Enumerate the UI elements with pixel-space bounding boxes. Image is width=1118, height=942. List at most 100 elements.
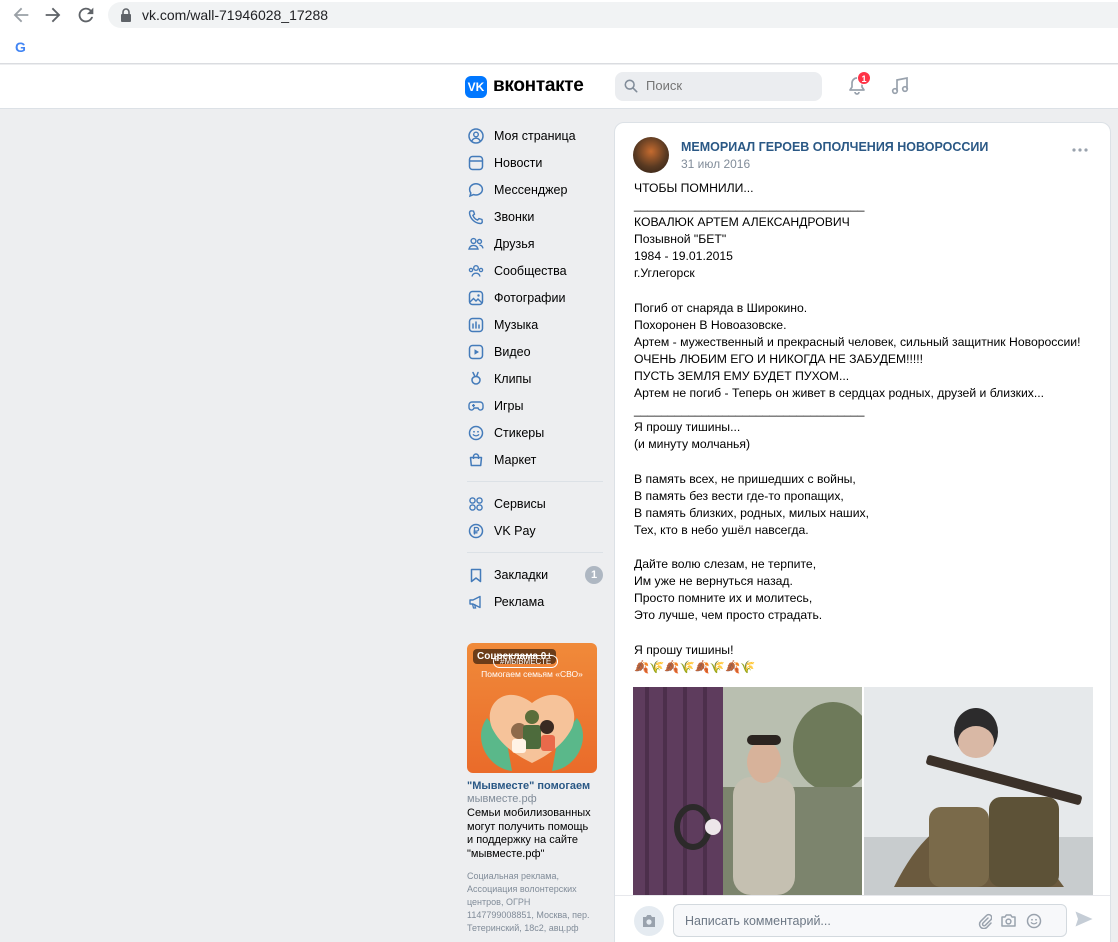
- menu-item-clips[interactable]: Клипы: [462, 365, 607, 392]
- ad-image-subtitle: Помогаем семьям «СВО»: [481, 669, 583, 679]
- ad-domain[interactable]: мывместе.рф: [467, 793, 602, 805]
- vk-logo-icon[interactable]: VK: [465, 76, 487, 98]
- comment-bar: Написать комментарий...: [615, 895, 1110, 942]
- ad-hashtag-pill: #МЫВМЕСТЕ: [493, 655, 559, 668]
- bookmarks-count-badge: 1: [585, 566, 603, 584]
- menu-item-services[interactable]: Сервисы: [462, 490, 607, 517]
- menu-label: Мессенджер: [494, 182, 568, 197]
- menu-item-games[interactable]: Игры: [462, 392, 607, 419]
- attach-photo-icon[interactable]: [1000, 913, 1017, 928]
- post-text: ЧТОБЫ ПОМНИЛИ... _______________________…: [634, 181, 1081, 674]
- menu-label: Закладки: [494, 567, 549, 582]
- menu-divider: [467, 552, 603, 553]
- lock-icon: [121, 8, 131, 22]
- post-author[interactable]: МЕМОРИАЛ ГЕРОЕВ ОПОЛЧЕНИЯ НОВОРОССИИ: [681, 140, 988, 154]
- send-arrow-icon[interactable]: [1074, 910, 1094, 928]
- search-box[interactable]: [615, 72, 822, 101]
- market-icon: [467, 451, 485, 469]
- news-icon: [467, 154, 485, 172]
- megaphone-icon: [467, 593, 485, 611]
- attach-paperclip-icon[interactable]: [978, 913, 992, 929]
- back-arrow-icon[interactable]: [10, 4, 32, 26]
- emoji-smile-icon[interactable]: [1026, 913, 1042, 929]
- menu-item-communities[interactable]: Сообщества: [462, 257, 607, 284]
- vk-logo-text[interactable]: вконтакте: [493, 75, 584, 97]
- menu-item-messenger[interactable]: Мессенджер: [462, 176, 607, 203]
- message-icon: [467, 181, 485, 199]
- notifications-badge: 1: [857, 71, 871, 85]
- post-photo[interactable]: [633, 687, 862, 895]
- search-input[interactable]: [646, 78, 806, 93]
- menu-item-my-page[interactable]: Моя страница: [462, 122, 607, 149]
- menu-item-news[interactable]: Новости: [462, 149, 607, 176]
- browser-toolbar: vk.com/wall-71946028_17288: [0, 0, 1118, 30]
- stickers-icon: [467, 424, 485, 442]
- menu-item-calls[interactable]: Звонки: [462, 203, 607, 230]
- communities-icon: [467, 262, 485, 280]
- menu-label: Игры: [494, 398, 524, 413]
- music-icon: [467, 316, 485, 334]
- menu-label: Видео: [494, 344, 531, 359]
- menu-label: Звонки: [494, 209, 535, 224]
- menu-label: Новости: [494, 155, 543, 170]
- menu-label: Фотографии: [494, 290, 566, 305]
- author-avatar[interactable]: [633, 137, 669, 173]
- search-icon: [624, 79, 638, 93]
- menu-item-photos[interactable]: Фотографии: [462, 284, 607, 311]
- post-date[interactable]: 31 июл 2016: [681, 157, 750, 171]
- menu-label: Клипы: [494, 371, 532, 386]
- clips-icon: [467, 370, 485, 388]
- menu-item-vkpay[interactable]: VK Pay: [462, 517, 607, 544]
- post-photos: [633, 687, 1093, 895]
- google-logo-icon[interactable]: G: [15, 39, 26, 55]
- services-icon: [467, 495, 485, 513]
- soldier-photo-2-icon: [864, 687, 1093, 895]
- menu-item-ads[interactable]: Реклама: [462, 588, 607, 615]
- more-options-icon[interactable]: [1072, 148, 1088, 152]
- url-text: vk.com/wall-71946028_17288: [142, 7, 329, 23]
- ad-title[interactable]: "Мывместе" помогаем: [467, 780, 602, 792]
- menu-item-music[interactable]: Музыка: [462, 311, 607, 338]
- camera-icon: [643, 915, 655, 927]
- music-player-icon[interactable]: [890, 76, 910, 96]
- menu-label: Друзья: [494, 236, 535, 251]
- friends-icon: [467, 235, 485, 253]
- games-icon: [467, 397, 485, 415]
- photo-icon: [467, 289, 485, 307]
- video-icon: [467, 343, 485, 361]
- menu-item-stickers[interactable]: Стикеры: [462, 419, 607, 446]
- address-bar[interactable]: vk.com/wall-71946028_17288: [108, 2, 1118, 28]
- menu-item-bookmarks[interactable]: Закладки 1: [462, 561, 607, 588]
- phone-icon: [467, 208, 485, 226]
- sidebar-ad[interactable]: Соцреклама 0+ #МЫВМЕСТЕ Помогаем семьям …: [467, 643, 602, 935]
- menu-label: Сервисы: [494, 496, 546, 511]
- ad-legal-text: Социальная реклама, Ассоциация волонтерс…: [467, 871, 590, 933]
- menu-item-friends[interactable]: Друзья: [462, 230, 607, 257]
- comment-input[interactable]: Написать комментарий...: [673, 904, 1067, 937]
- menu-item-market[interactable]: Маркет: [462, 446, 607, 473]
- menu-label: Маркет: [494, 452, 537, 467]
- menu-label: Моя страница: [494, 128, 576, 143]
- post-photo[interactable]: [864, 687, 1093, 895]
- vk-header: VK вконтакте 1: [0, 65, 1118, 109]
- ad-description: Семьи мобилизованных могут получить помо…: [467, 807, 591, 860]
- comment-placeholder: Написать комментарий...: [685, 914, 831, 928]
- comment-user-avatar[interactable]: [634, 906, 664, 936]
- ad-image[interactable]: Соцреклама 0+ #МЫВМЕСТЕ Помогаем семьям …: [467, 643, 597, 773]
- soldier-photo-1-icon: [633, 687, 862, 895]
- bookmark-icon: [467, 566, 485, 584]
- wall-post: МЕМОРИАЛ ГЕРОЕВ ОПОЛЧЕНИЯ НОВОРОССИИ 31 …: [614, 122, 1111, 942]
- menu-label: VK Pay: [494, 523, 536, 538]
- reload-icon[interactable]: [75, 4, 97, 26]
- bookmarks-bar: G: [0, 30, 1118, 64]
- menu-item-video[interactable]: Видео: [462, 338, 607, 365]
- menu-label: Музыка: [494, 317, 539, 332]
- menu-label: Сообщества: [494, 263, 567, 278]
- menu-label: Стикеры: [494, 425, 545, 440]
- left-menu: Моя страница Новости Мессенджер Звонки Д…: [462, 122, 607, 615]
- menu-divider: [467, 481, 603, 482]
- forward-arrow-icon[interactable]: [42, 4, 64, 26]
- vkpay-icon: [467, 522, 485, 540]
- menu-label: Реклама: [494, 594, 545, 609]
- user-circle-icon: [467, 127, 485, 145]
